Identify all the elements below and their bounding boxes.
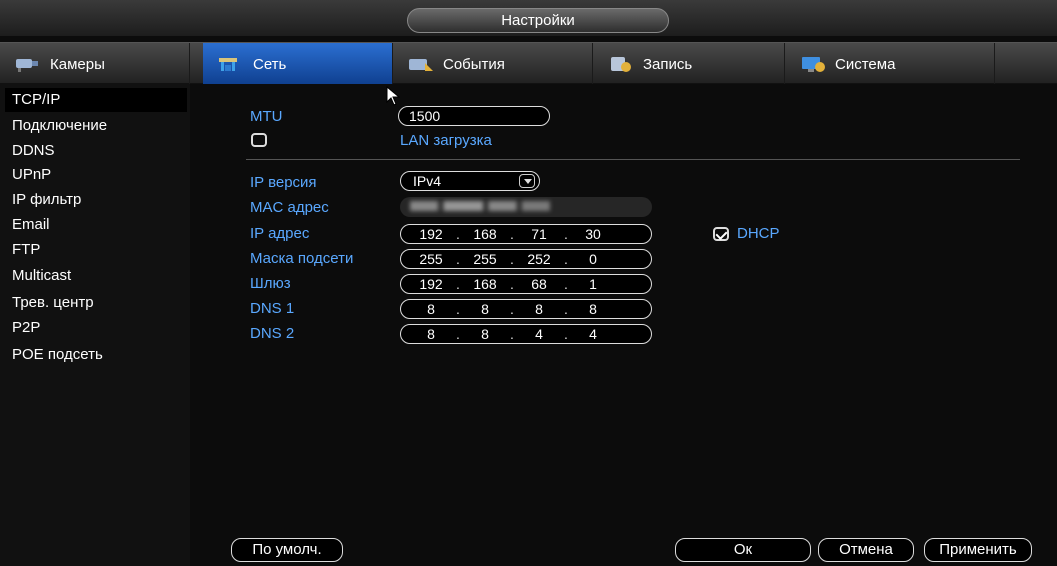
gateway-label: Шлюз <box>250 275 291 292</box>
mac-label: MAC адрес <box>250 199 329 216</box>
tab-system[interactable]: Система <box>785 43 995 85</box>
apply-button[interactable]: Применить <box>924 538 1032 562</box>
dns1-field[interactable]: 8 . 8 . 8 . 8 <box>400 299 652 319</box>
octet-separator: . <box>510 226 514 242</box>
record-icon <box>611 57 631 72</box>
sidebar-item-poe-subnet[interactable]: POE подсеть <box>5 343 187 367</box>
network-icon <box>219 58 237 71</box>
octet-separator: . <box>456 301 460 317</box>
tab-cameras[interactable]: Камеры <box>0 43 190 85</box>
ip-octet[interactable]: 168 <box>463 225 507 243</box>
dhcp-label: DHCP <box>737 225 780 242</box>
lan-download-label: LAN загрузка <box>400 132 492 149</box>
ip-version-value: IPv4 <box>413 173 442 189</box>
ip-label: IP адрес <box>250 225 310 242</box>
tab-label: Сеть <box>253 55 287 73</box>
events-icon <box>409 59 433 71</box>
settings-window: Настройки Камеры Сеть События Запись Сис… <box>0 0 1057 566</box>
octet-separator: . <box>564 301 568 317</box>
title-bar: Настройки <box>0 0 1057 36</box>
system-icon <box>802 57 825 72</box>
sidebar-item-ftp[interactable]: FTP <box>5 238 187 262</box>
dns1-octet[interactable]: 8 <box>571 300 615 318</box>
octet-separator: . <box>564 251 568 267</box>
chevron-down-icon <box>519 174 535 188</box>
dns2-octet[interactable]: 4 <box>517 325 561 343</box>
default-button[interactable]: По умолч. <box>231 538 343 562</box>
gateway-field[interactable]: 192 . 168 . 68 . 1 <box>400 274 652 294</box>
mtu-label: MTU <box>250 108 283 125</box>
sidebar-item-tcpip[interactable]: TCP/IP <box>5 88 187 112</box>
tab-record[interactable]: Запись <box>593 43 785 85</box>
ip-octet[interactable]: 71 <box>517 225 561 243</box>
sidebar-item-connection[interactable]: Подключение <box>5 114 187 138</box>
tcpip-panel: MTU 1500 LAN загрузка IP версия IPv4 MAC… <box>190 84 1057 566</box>
sidebar-item-upnp[interactable]: UPnP <box>5 163 187 187</box>
dns2-field[interactable]: 8 . 8 . 4 . 4 <box>400 324 652 344</box>
ip-octet[interactable]: 192 <box>409 225 453 243</box>
octet-separator: . <box>510 251 514 267</box>
mac-field <box>400 197 652 217</box>
mac-blurred-value <box>410 201 550 211</box>
mask-octet[interactable]: 255 <box>463 250 507 268</box>
tab-label: Система <box>835 55 896 73</box>
ip-version-label: IP версия <box>250 174 317 191</box>
sidebar-item-ip-filter[interactable]: IP фильтр <box>5 188 187 212</box>
tab-network[interactable]: Сеть <box>203 43 393 85</box>
dns2-label: DNS 2 <box>250 325 295 342</box>
divider <box>246 159 1020 160</box>
sidebar-item-email[interactable]: Email <box>5 213 187 237</box>
cancel-button[interactable]: Отмена <box>818 538 914 562</box>
dns1-octet[interactable]: 8 <box>517 300 561 318</box>
octet-separator: . <box>456 326 460 342</box>
ip-address-field[interactable]: 192 . 168 . 71 . 30 <box>400 224 652 244</box>
gateway-octet[interactable]: 168 <box>463 275 507 293</box>
octet-separator: . <box>456 251 460 267</box>
octet-separator: . <box>564 226 568 242</box>
sidebar-item-alarm-center[interactable]: Трев. центр <box>5 291 187 315</box>
octet-separator: . <box>510 301 514 317</box>
gateway-octet[interactable]: 1 <box>571 275 615 293</box>
tab-label: Запись <box>643 55 693 73</box>
lan-download-checkbox[interactable] <box>251 133 267 147</box>
gateway-octet[interactable]: 68 <box>517 275 561 293</box>
dns2-octet[interactable]: 8 <box>409 325 453 343</box>
octet-separator: . <box>564 276 568 292</box>
dns2-octet[interactable]: 8 <box>463 325 507 343</box>
dns1-label: DNS 1 <box>250 300 295 317</box>
mtu-input[interactable]: 1500 <box>398 106 550 126</box>
mouse-cursor-icon <box>386 86 400 106</box>
ip-octet[interactable]: 30 <box>571 225 615 243</box>
octet-separator: . <box>564 326 568 342</box>
octet-separator: . <box>456 226 460 242</box>
ok-button[interactable]: Ок <box>675 538 811 562</box>
mask-octet[interactable]: 252 <box>517 250 561 268</box>
tab-label: Камеры <box>50 55 105 73</box>
window-title: Настройки <box>407 8 669 33</box>
ip-version-select[interactable]: IPv4 <box>400 171 540 191</box>
dns1-octet[interactable]: 8 <box>409 300 453 318</box>
dns1-octet[interactable]: 8 <box>463 300 507 318</box>
mask-octet[interactable]: 255 <box>409 250 453 268</box>
cameras-icon <box>16 59 38 72</box>
tab-events[interactable]: События <box>393 43 593 85</box>
sidebar-item-p2p[interactable]: P2P <box>5 316 187 340</box>
octet-separator: . <box>510 276 514 292</box>
tab-label: События <box>443 55 505 73</box>
dns2-octet[interactable]: 4 <box>571 325 615 343</box>
mask-label: Маска подсети <box>250 250 354 267</box>
octet-separator: . <box>456 276 460 292</box>
tab-bar: Камеры Сеть События Запись Система <box>0 42 1057 85</box>
subnet-mask-field[interactable]: 255 . 255 . 252 . 0 <box>400 249 652 269</box>
gateway-octet[interactable]: 192 <box>409 275 453 293</box>
sidebar-item-ddns[interactable]: DDNS <box>5 139 187 163</box>
sidebar-item-multicast[interactable]: Multicast <box>5 264 187 288</box>
dhcp-checkbox[interactable] <box>713 227 729 241</box>
sidebar: TCP/IP Подключение DDNS UPnP IP фильтр E… <box>0 84 190 566</box>
octet-separator: . <box>510 326 514 342</box>
mask-octet[interactable]: 0 <box>571 250 615 268</box>
